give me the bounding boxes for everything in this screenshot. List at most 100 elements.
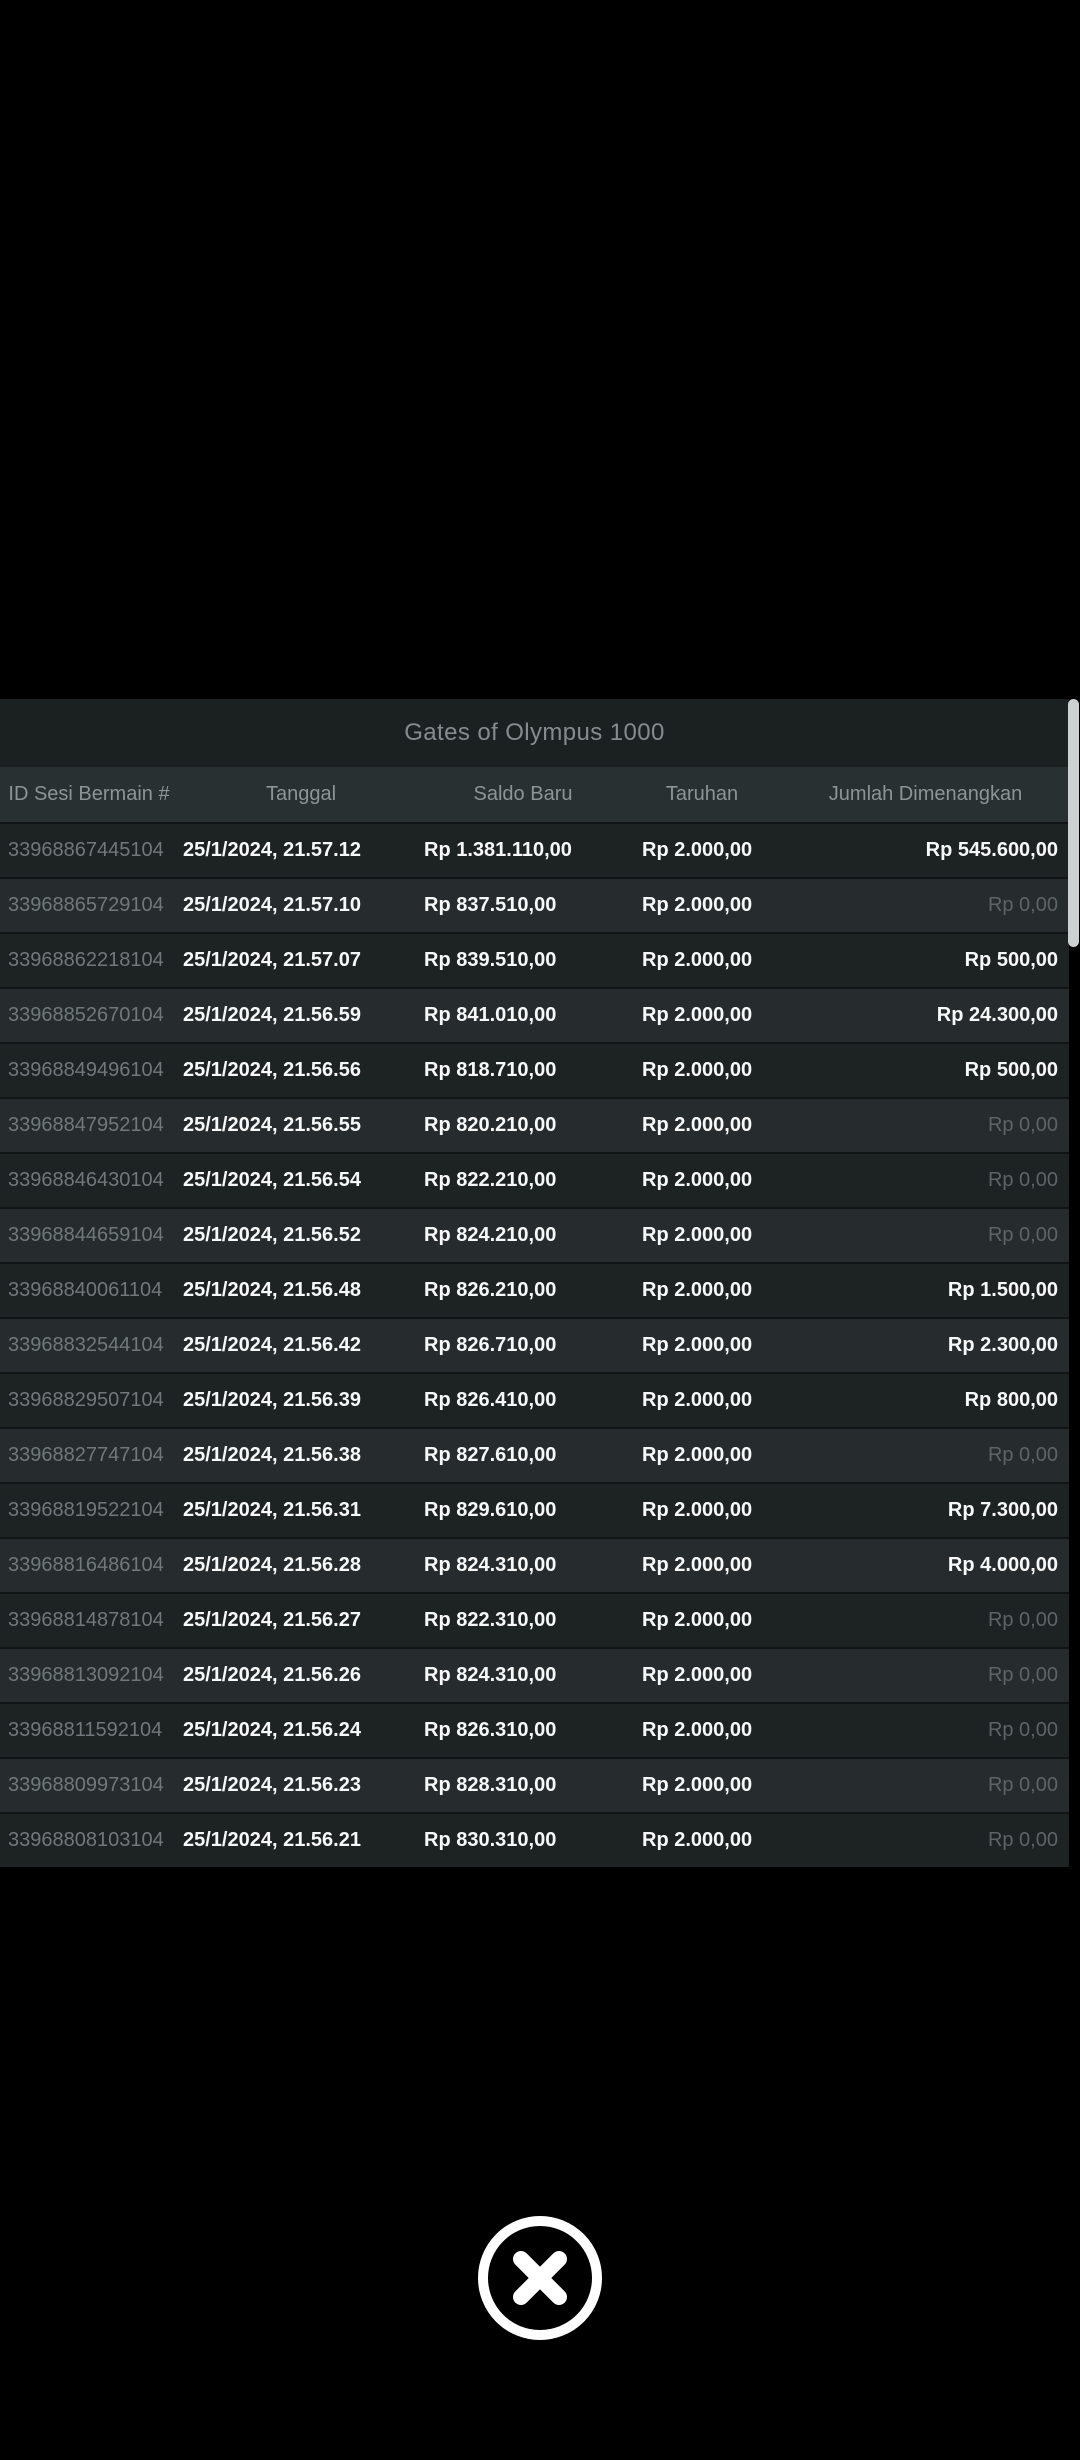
cell-amount-won: Rp 0,00	[987, 1774, 1058, 1796]
cell-date: 25/1/2024, 21.56.59	[183, 1004, 361, 1026]
cell-bet: Rp 2.000,00	[642, 1004, 753, 1026]
cell-new-balance: Rp 818.710,00	[424, 1059, 557, 1081]
cell-bet: Rp 2.000,00	[642, 1389, 753, 1411]
x-circle-icon	[478, 2216, 602, 2340]
cell-bet: Rp 2.000,00	[642, 1664, 753, 1686]
cell-date: 25/1/2024, 21.56.27	[183, 1609, 361, 1631]
cell-session-id: 33968829507104	[8, 1389, 164, 1411]
cell-bet: Rp 2.000,00	[642, 949, 753, 971]
cell-amount-won: Rp 500,00	[964, 1059, 1058, 1081]
table-header-row: ID Sesi Bermain # Tanggal Saldo Baru Tar…	[0, 767, 1069, 822]
cell-amount-won: Rp 0,00	[987, 1114, 1058, 1136]
cell-bet: Rp 2.000,00	[642, 1499, 753, 1521]
table-row: 33968840061104 25/1/2024, 21.56.48 Rp 826.…	[0, 1262, 1069, 1317]
cell-date: 25/1/2024, 21.56.55	[183, 1114, 361, 1136]
column-header-bet: Taruhan	[665, 783, 739, 805]
cell-new-balance: Rp 822.310,00	[424, 1609, 557, 1631]
table-row: 33968827747104 25/1/2024, 21.56.38 Rp 827.…	[0, 1427, 1069, 1482]
cell-date: 25/1/2024, 21.57.07	[183, 949, 361, 971]
cell-bet: Rp 2.000,00	[642, 1554, 753, 1576]
cell-session-id: 33968811592104	[8, 1719, 163, 1741]
cell-amount-won: Rp 0,00	[987, 1444, 1058, 1466]
cell-session-id: 33968819522104	[8, 1499, 164, 1521]
cell-session-id: 33968809973104	[8, 1774, 164, 1796]
column-header-date: Tanggal	[265, 783, 337, 805]
cell-new-balance: Rp 820.210,00	[424, 1114, 557, 1136]
cell-date: 25/1/2024, 21.57.12	[183, 839, 361, 861]
cell-bet: Rp 2.000,00	[642, 1114, 753, 1136]
cell-amount-won: Rp 0,00	[987, 1664, 1058, 1686]
cell-session-id: 33968846430104	[8, 1169, 164, 1191]
cell-amount-won: Rp 0,00	[987, 894, 1058, 916]
table-row: 33968813092104 25/1/2024, 21.56.26 Rp 824.…	[0, 1647, 1069, 1702]
cell-new-balance: Rp 826.410,00	[424, 1389, 557, 1411]
cell-new-balance: Rp 824.310,00	[424, 1554, 557, 1576]
cell-new-balance: Rp 841.010,00	[424, 1004, 557, 1026]
table-row: 33968862218104 25/1/2024, 21.57.07 Rp 839.…	[0, 932, 1069, 987]
cell-new-balance: Rp 824.310,00	[424, 1664, 557, 1686]
cell-session-id: 33968844659104	[8, 1224, 164, 1246]
cell-date: 25/1/2024, 21.56.21	[183, 1829, 361, 1851]
cell-bet: Rp 2.000,00	[642, 1719, 753, 1741]
table-row: 33968865729104 25/1/2024, 21.57.10 Rp 837.…	[0, 877, 1069, 932]
cell-date: 25/1/2024, 21.56.31	[183, 1499, 361, 1521]
cell-date: 25/1/2024, 21.56.24	[183, 1719, 361, 1741]
cell-bet: Rp 2.000,00	[642, 839, 753, 861]
cell-amount-won: Rp 500,00	[964, 949, 1058, 971]
cell-date: 25/1/2024, 21.57.10	[183, 894, 361, 916]
cell-new-balance: Rp 837.510,00	[424, 894, 557, 916]
table-row: 33968829507104 25/1/2024, 21.56.39 Rp 826.…	[0, 1372, 1069, 1427]
cell-date: 25/1/2024, 21.56.39	[183, 1389, 361, 1411]
cell-amount-won: Rp 24.300,00	[936, 1004, 1058, 1026]
table-row: 33968852670104 25/1/2024, 21.56.59 Rp 841.…	[0, 987, 1069, 1042]
cell-new-balance: Rp 1.381.110,00	[424, 839, 572, 861]
cell-session-id: 33968840061104	[8, 1279, 163, 1301]
cell-session-id: 33968865729104	[8, 894, 164, 916]
cell-amount-won: Rp 2.300,00	[947, 1334, 1058, 1356]
modal-title: Gates of Olympus 1000	[404, 719, 665, 746]
cell-new-balance: Rp 829.610,00	[424, 1499, 557, 1521]
cell-date: 25/1/2024, 21.56.48	[183, 1279, 361, 1301]
history-table-body[interactable]: 33968867445104 25/1/2024, 21.57.12 Rp 1.38…	[0, 822, 1069, 1867]
column-header-new-balance: Saldo Baru	[473, 783, 573, 805]
cell-new-balance: Rp 826.210,00	[424, 1279, 557, 1301]
table-row: 33968816486104 25/1/2024, 21.56.28 Rp 824.…	[0, 1537, 1069, 1592]
cell-new-balance: Rp 839.510,00	[424, 949, 557, 971]
cell-bet: Rp 2.000,00	[642, 894, 753, 916]
cell-date: 25/1/2024, 21.56.56	[183, 1059, 361, 1081]
cell-session-id: 33968808103104	[8, 1829, 164, 1851]
cell-bet: Rp 2.000,00	[642, 1829, 753, 1851]
cell-date: 25/1/2024, 21.56.23	[183, 1774, 361, 1796]
cell-bet: Rp 2.000,00	[642, 1444, 753, 1466]
cell-amount-won: Rp 0,00	[987, 1719, 1058, 1741]
cell-bet: Rp 2.000,00	[642, 1334, 753, 1356]
cell-session-id: 33968862218104	[8, 949, 164, 971]
table-row: 33968844659104 25/1/2024, 21.56.52 Rp 824.…	[0, 1207, 1069, 1262]
cell-new-balance: Rp 830.310,00	[424, 1829, 557, 1851]
cell-bet: Rp 2.000,00	[642, 1279, 753, 1301]
cell-amount-won: Rp 1.500,00	[947, 1279, 1058, 1301]
table-row: 33968819522104 25/1/2024, 21.56.31 Rp 829.…	[0, 1482, 1069, 1537]
cell-bet: Rp 2.000,00	[642, 1059, 753, 1081]
cell-amount-won: Rp 800,00	[964, 1389, 1058, 1411]
table-row: 33968814878104 25/1/2024, 21.56.27 Rp 822.…	[0, 1592, 1069, 1647]
table-row: 33968832544104 25/1/2024, 21.56.42 Rp 826.…	[0, 1317, 1069, 1372]
table-row: 33968846430104 25/1/2024, 21.56.54 Rp 822.…	[0, 1152, 1069, 1207]
column-header-session-id: ID Sesi Bermain #	[8, 783, 170, 805]
cell-bet: Rp 2.000,00	[642, 1609, 753, 1631]
cell-new-balance: Rp 828.310,00	[424, 1774, 557, 1796]
cell-session-id: 33968814878104	[8, 1609, 164, 1631]
cell-amount-won: Rp 545.600,00	[925, 839, 1058, 861]
cell-amount-won: Rp 0,00	[987, 1224, 1058, 1246]
cell-date: 25/1/2024, 21.56.38	[183, 1444, 361, 1466]
table-row: 33968808103104 25/1/2024, 21.56.21 Rp 830.…	[0, 1812, 1069, 1867]
game-history-modal: Gates of Olympus 1000 ID Sesi Bermain # …	[0, 699, 1069, 1867]
scrollbar-thumb[interactable]	[1068, 699, 1079, 947]
cell-new-balance: Rp 824.210,00	[424, 1224, 557, 1246]
cell-session-id: 33968849496104	[8, 1059, 164, 1081]
cell-amount-won: Rp 0,00	[987, 1169, 1058, 1191]
cell-new-balance: Rp 826.310,00	[424, 1719, 557, 1741]
close-button[interactable]	[477, 2215, 603, 2341]
cell-bet: Rp 2.000,00	[642, 1169, 753, 1191]
cell-session-id: 33968832544104	[8, 1334, 164, 1356]
